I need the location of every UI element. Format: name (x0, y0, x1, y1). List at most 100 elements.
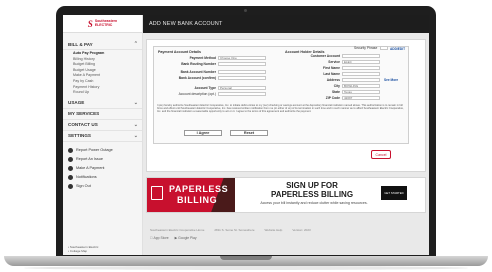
screen: S Southeastern ELECTRIC BILL & PAY ⌃ Aut… (63, 15, 429, 255)
routing-number-label: Bank Routing Number (181, 62, 216, 66)
paperless-banner[interactable]: PAPERLESS BILLING SIGN UP FOR PAPERLESS … (146, 177, 426, 213)
zip-input[interactable]: 42097 (342, 96, 380, 101)
first-name-label: First Name (322, 66, 340, 70)
action-label: Make A Payment (76, 166, 105, 171)
payment-method-select[interactable]: Choose One (218, 56, 266, 61)
description-input[interactable] (218, 92, 266, 97)
webcam (244, 9, 247, 12)
section-label: CONTACT US (68, 122, 98, 128)
logo-mark: S (87, 18, 93, 29)
get-started-button[interactable]: GET STARTED (381, 186, 407, 200)
sidebar-section-bill-pay[interactable]: BILL & PAY ⌃ (63, 39, 142, 50)
security-phrase-label: Security Phrase (354, 46, 378, 50)
account-confirm-label: Bank Account (confirm) (178, 76, 216, 80)
customer-account-label: Customer Account (310, 54, 340, 58)
make-payment-action[interactable]: Make A Payment (63, 164, 142, 173)
dollar-icon (68, 165, 73, 171)
action-label: Report An Issue (76, 157, 104, 162)
laptop-frame: S Southeastern ELECTRIC BILL & PAY ⌃ Aut… (0, 0, 492, 272)
customer-account-input[interactable] (342, 54, 380, 59)
add-edit-link[interactable]: ADD/EDIT (390, 47, 405, 51)
notifications-action[interactable]: Notifications (63, 173, 142, 182)
action-label: Notifications (76, 175, 97, 180)
sidebar-section-my-services[interactable]: MY SERVICES (63, 109, 142, 120)
sidebar: S Southeastern ELECTRIC BILL & PAY ⌃ Aut… (63, 15, 143, 255)
account-type-label: Account Type (194, 86, 216, 90)
sign-out-action[interactable]: Sign Out (63, 182, 142, 191)
banner-headline: SIGN UP FOR PAPERLESS BILLING (257, 181, 367, 199)
app-store-label: App Store (150, 236, 169, 240)
account-confirm-input[interactable] (218, 76, 266, 81)
action-label: Sign Out (76, 184, 91, 189)
alert-icon (68, 156, 73, 162)
sidebar-footer: • Southeastern Electric • Cottage Map (63, 243, 142, 255)
zip-label: ZIP Code (325, 96, 340, 100)
account-number-label: Bank Account Number (180, 70, 216, 74)
service-label: Service (328, 60, 340, 64)
page-footer: Southeastern Electric Cooperative Home 2… (146, 228, 426, 232)
report-outage-action[interactable]: Report Power Outage (63, 146, 142, 155)
banner-left-line1: PAPERLESS (169, 184, 229, 194)
banner-left-line2: BILLING (177, 195, 218, 205)
section-label: USAGE (68, 100, 85, 106)
laptop-shadow (24, 266, 468, 270)
footer-version: Version: 2023 (292, 228, 311, 232)
see-more-link[interactable]: See More (384, 78, 398, 82)
laptop-notch (220, 256, 272, 260)
sidebar-section-settings[interactable]: SETTINGS ⌄ (63, 131, 142, 142)
footer-link[interactable]: Southeastern Electric Cooperative Home (150, 228, 204, 232)
bank-account-panel: Payment Account Details Account Holder D… (146, 39, 426, 172)
footer-link[interactable]: Website Help (265, 228, 283, 232)
payment-method-label: Payment Method (189, 56, 216, 60)
address-label: Address (326, 78, 340, 82)
payment-details-header: Payment Account Details (158, 50, 202, 54)
sidebar-section-usage[interactable]: USAGE ⌄ (63, 98, 142, 109)
bell-icon (68, 174, 73, 180)
quick-actions: Report Power Outage Report An Issue Make… (63, 142, 142, 191)
agree-button[interactable]: I Agree (184, 130, 222, 136)
city-label: City (333, 84, 340, 88)
state-select[interactable]: Texas (342, 90, 380, 95)
main-content: ADD NEW BANK ACCOUNT Payment Account Det… (143, 15, 429, 255)
company-logo[interactable]: S Southeastern ELECTRIC (63, 15, 142, 33)
section-label: MY SERVICES (68, 111, 100, 117)
app-store-link[interactable]:  App Store (150, 236, 169, 240)
cancel-button[interactable]: Cancel (371, 150, 391, 159)
account-number-input[interactable] (218, 70, 266, 75)
address-input[interactable] (342, 78, 380, 83)
logo-name-line2: ELECTRIC (94, 22, 113, 27)
google-play-label: Google Play (174, 236, 196, 240)
chevron-down-icon: ⌄ (133, 132, 138, 139)
last-name-label: Last Name (323, 72, 340, 76)
account-type-select[interactable]: Personal (218, 86, 266, 91)
sidebar-section-contact-us[interactable]: CONTACT US ⌄ (63, 120, 142, 131)
first-name-input[interactable] (342, 66, 380, 71)
banner-subtext: Access your bill instantly and reduce cl… (260, 201, 368, 205)
last-name-input[interactable] (342, 72, 380, 77)
reset-button[interactable]: Reset (230, 130, 268, 136)
routing-number-input[interactable] (218, 62, 266, 67)
banner-headline-line2: PAPERLESS BILLING (270, 189, 354, 199)
banner-red-panel: PAPERLESS BILLING (147, 178, 235, 212)
description-label: Account description (opt.) (178, 92, 216, 96)
city-input[interactable]: BOWLING (342, 84, 380, 89)
service-input[interactable]: ELEC (342, 60, 380, 65)
power-icon (68, 147, 73, 153)
report-issue-action[interactable]: Report An Issue (63, 155, 142, 164)
app-store-links:  App Store ▶ Google Play (150, 236, 197, 240)
sidebar-item-round-up[interactable]: Round Up (73, 90, 142, 96)
bill-pay-submenu: Auto Pay Program Billing History Budget … (63, 50, 142, 98)
section-label: SETTINGS (68, 133, 91, 139)
google-play-link[interactable]: ▶ Google Play (175, 236, 197, 240)
chevron-down-icon: ⌄ (133, 121, 138, 128)
sidebar-footer-link[interactable]: • Cottage Map (68, 249, 138, 253)
chevron-up-icon: ⌃ (133, 41, 138, 47)
action-label: Report Power Outage (76, 148, 113, 153)
authorization-terms: I (we) hereby authorize Southeastern Ele… (157, 104, 404, 114)
paper-icon (151, 186, 163, 200)
bank-account-form: Payment Account Details Account Holder D… (153, 46, 409, 144)
security-phrase-checkbox[interactable] (380, 46, 388, 51)
logo-text: Southeastern ELECTRIC (94, 19, 117, 28)
chevron-down-icon: ⌄ (133, 99, 138, 106)
state-label: State (331, 90, 340, 94)
